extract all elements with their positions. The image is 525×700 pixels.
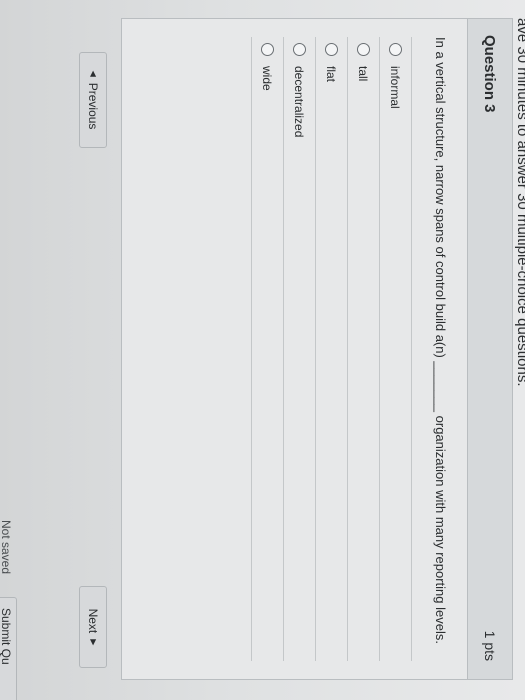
triangle-right-icon: ▶ — [89, 639, 98, 646]
answer-label: informal — [388, 66, 403, 109]
answer-label: decentralized — [292, 66, 307, 138]
answer-option[interactable]: informal — [380, 37, 412, 661]
answer-option[interactable]: wide — [251, 37, 284, 661]
radio-button-icon[interactable] — [293, 43, 306, 56]
question-points: 1 pts — [482, 630, 498, 661]
question-card: Question 3 1 pts In a vertical structure… — [121, 18, 513, 680]
previous-label: Previous — [86, 82, 100, 130]
save-status: Not saved — [0, 520, 13, 575]
answer-label: flat — [324, 66, 339, 83]
answer-label: wide — [260, 66, 275, 91]
previous-button[interactable]: ◀ Previous — [79, 52, 107, 148]
question-title: Question 3 — [481, 35, 499, 113]
submit-quiz-button[interactable]: Submit Qu — [0, 597, 17, 700]
next-label: Next — [86, 608, 100, 634]
answer-option[interactable]: flat — [316, 37, 348, 661]
quiz-instructions: ave 30 minutes to answer 30 multiple-cho… — [514, 18, 525, 387]
answer-list: informal tall flat decentralized wide — [251, 37, 412, 661]
question-header: Question 3 1 pts — [467, 19, 512, 679]
answer-label: tall — [356, 66, 371, 82]
question-text: In a vertical structure, narrow spans of… — [433, 37, 448, 644]
radio-button-icon[interactable] — [389, 43, 402, 56]
answer-option[interactable]: decentralized — [284, 37, 316, 661]
radio-button-icon[interactable] — [261, 43, 274, 56]
answer-option[interactable]: tall — [348, 37, 380, 661]
radio-button-icon[interactable] — [325, 43, 338, 56]
triangle-left-icon: ◀ — [89, 70, 98, 77]
rotated-page: ave 30 minutes to answer 30 multiple-cho… — [0, 0, 525, 700]
radio-button-icon[interactable] — [357, 43, 370, 56]
next-button[interactable]: Next ▶ — [79, 586, 107, 668]
